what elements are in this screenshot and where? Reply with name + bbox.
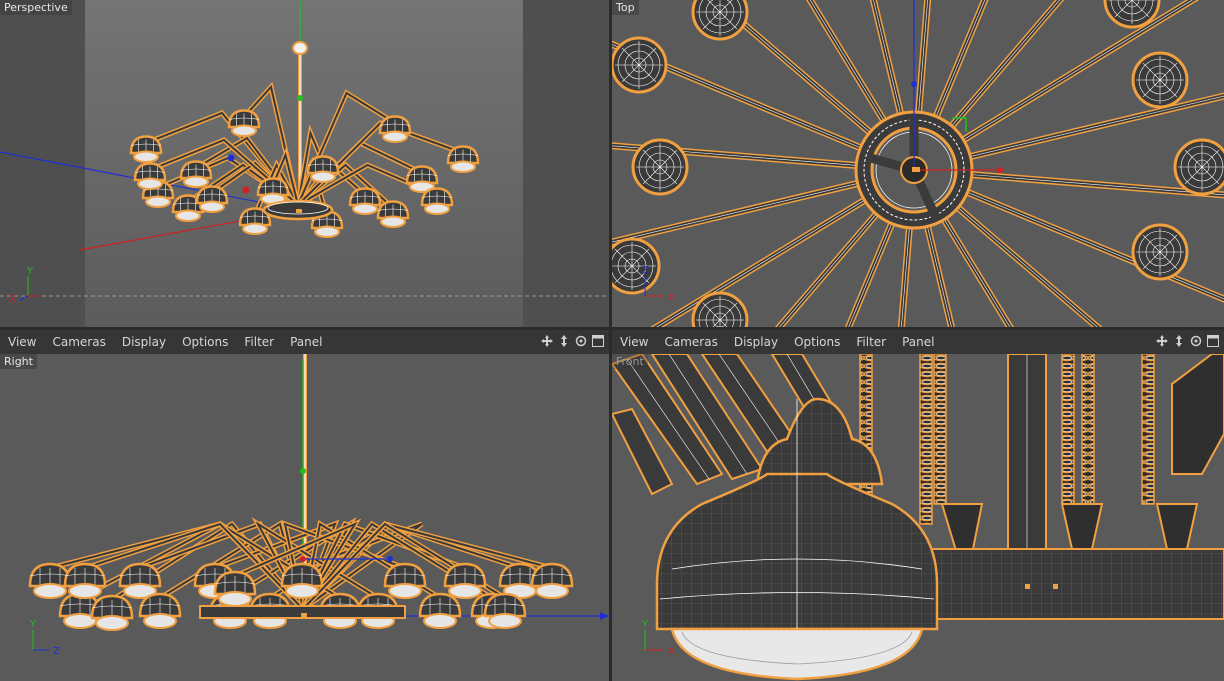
menu-view[interactable]: View [612,330,656,354]
rotate-view-icon[interactable] [1189,334,1203,348]
viewport-label-right: Right [0,354,37,369]
menu-filter[interactable]: Filter [848,330,894,354]
viewport-label-top: Top [612,0,639,15]
viewport-top[interactable]: X Z Top [612,0,1224,327]
right-axis-y-label: Y [29,619,37,630]
viewport-label-front: Front [612,354,648,369]
menu-display[interactable]: Display [114,330,174,354]
front-axis-x-label: X [668,646,675,657]
top-scene[interactable]: X Z [612,0,1224,327]
front-scene[interactable]: Y X [612,354,1224,681]
viewport-front[interactable]: View Cameras Display Options Filter Pane… [612,330,1224,681]
move-view-icon[interactable] [540,334,554,348]
maximize-view-icon[interactable] [1206,334,1220,348]
axis-y-label: Y [26,266,34,277]
right-axis-z-label: Z [53,646,60,657]
rotate-view-icon[interactable] [574,334,588,348]
viewport-perspective[interactable]: Y X Perspective [0,0,609,327]
right-scene[interactable]: Y Z [0,354,609,681]
front-axis-y-label: Y [641,619,649,630]
top-axis-z-label: Z [642,265,649,276]
viewport-menubar-front: View Cameras Display Options Filter Pane… [612,330,1224,355]
perspective-scene[interactable]: Y X [0,0,609,327]
viewport-menubar-right: View Cameras Display Options Filter Pane… [0,330,609,355]
top-axis-x-label: X [668,292,675,303]
move-view-icon[interactable] [1155,334,1169,348]
menu-view[interactable]: View [0,330,44,354]
viewport-divider-vertical[interactable] [609,0,612,681]
maximize-view-icon[interactable] [591,334,605,348]
menu-display[interactable]: Display [726,330,786,354]
viewport-right[interactable]: View Cameras Display Options Filter Pane… [0,330,609,681]
menu-options[interactable]: Options [174,330,236,354]
axis-x-label: X [9,294,16,305]
menu-options[interactable]: Options [786,330,848,354]
menu-panel[interactable]: Panel [282,330,330,354]
menu-cameras[interactable]: Cameras [656,330,725,354]
menu-cameras[interactable]: Cameras [44,330,113,354]
menu-filter[interactable]: Filter [236,330,282,354]
pan-view-icon[interactable] [1172,334,1186,348]
pan-view-icon[interactable] [557,334,571,348]
viewport-label-perspective: Perspective [0,0,72,15]
viewport-divider-horizontal[interactable] [0,327,1224,330]
menu-panel[interactable]: Panel [894,330,942,354]
